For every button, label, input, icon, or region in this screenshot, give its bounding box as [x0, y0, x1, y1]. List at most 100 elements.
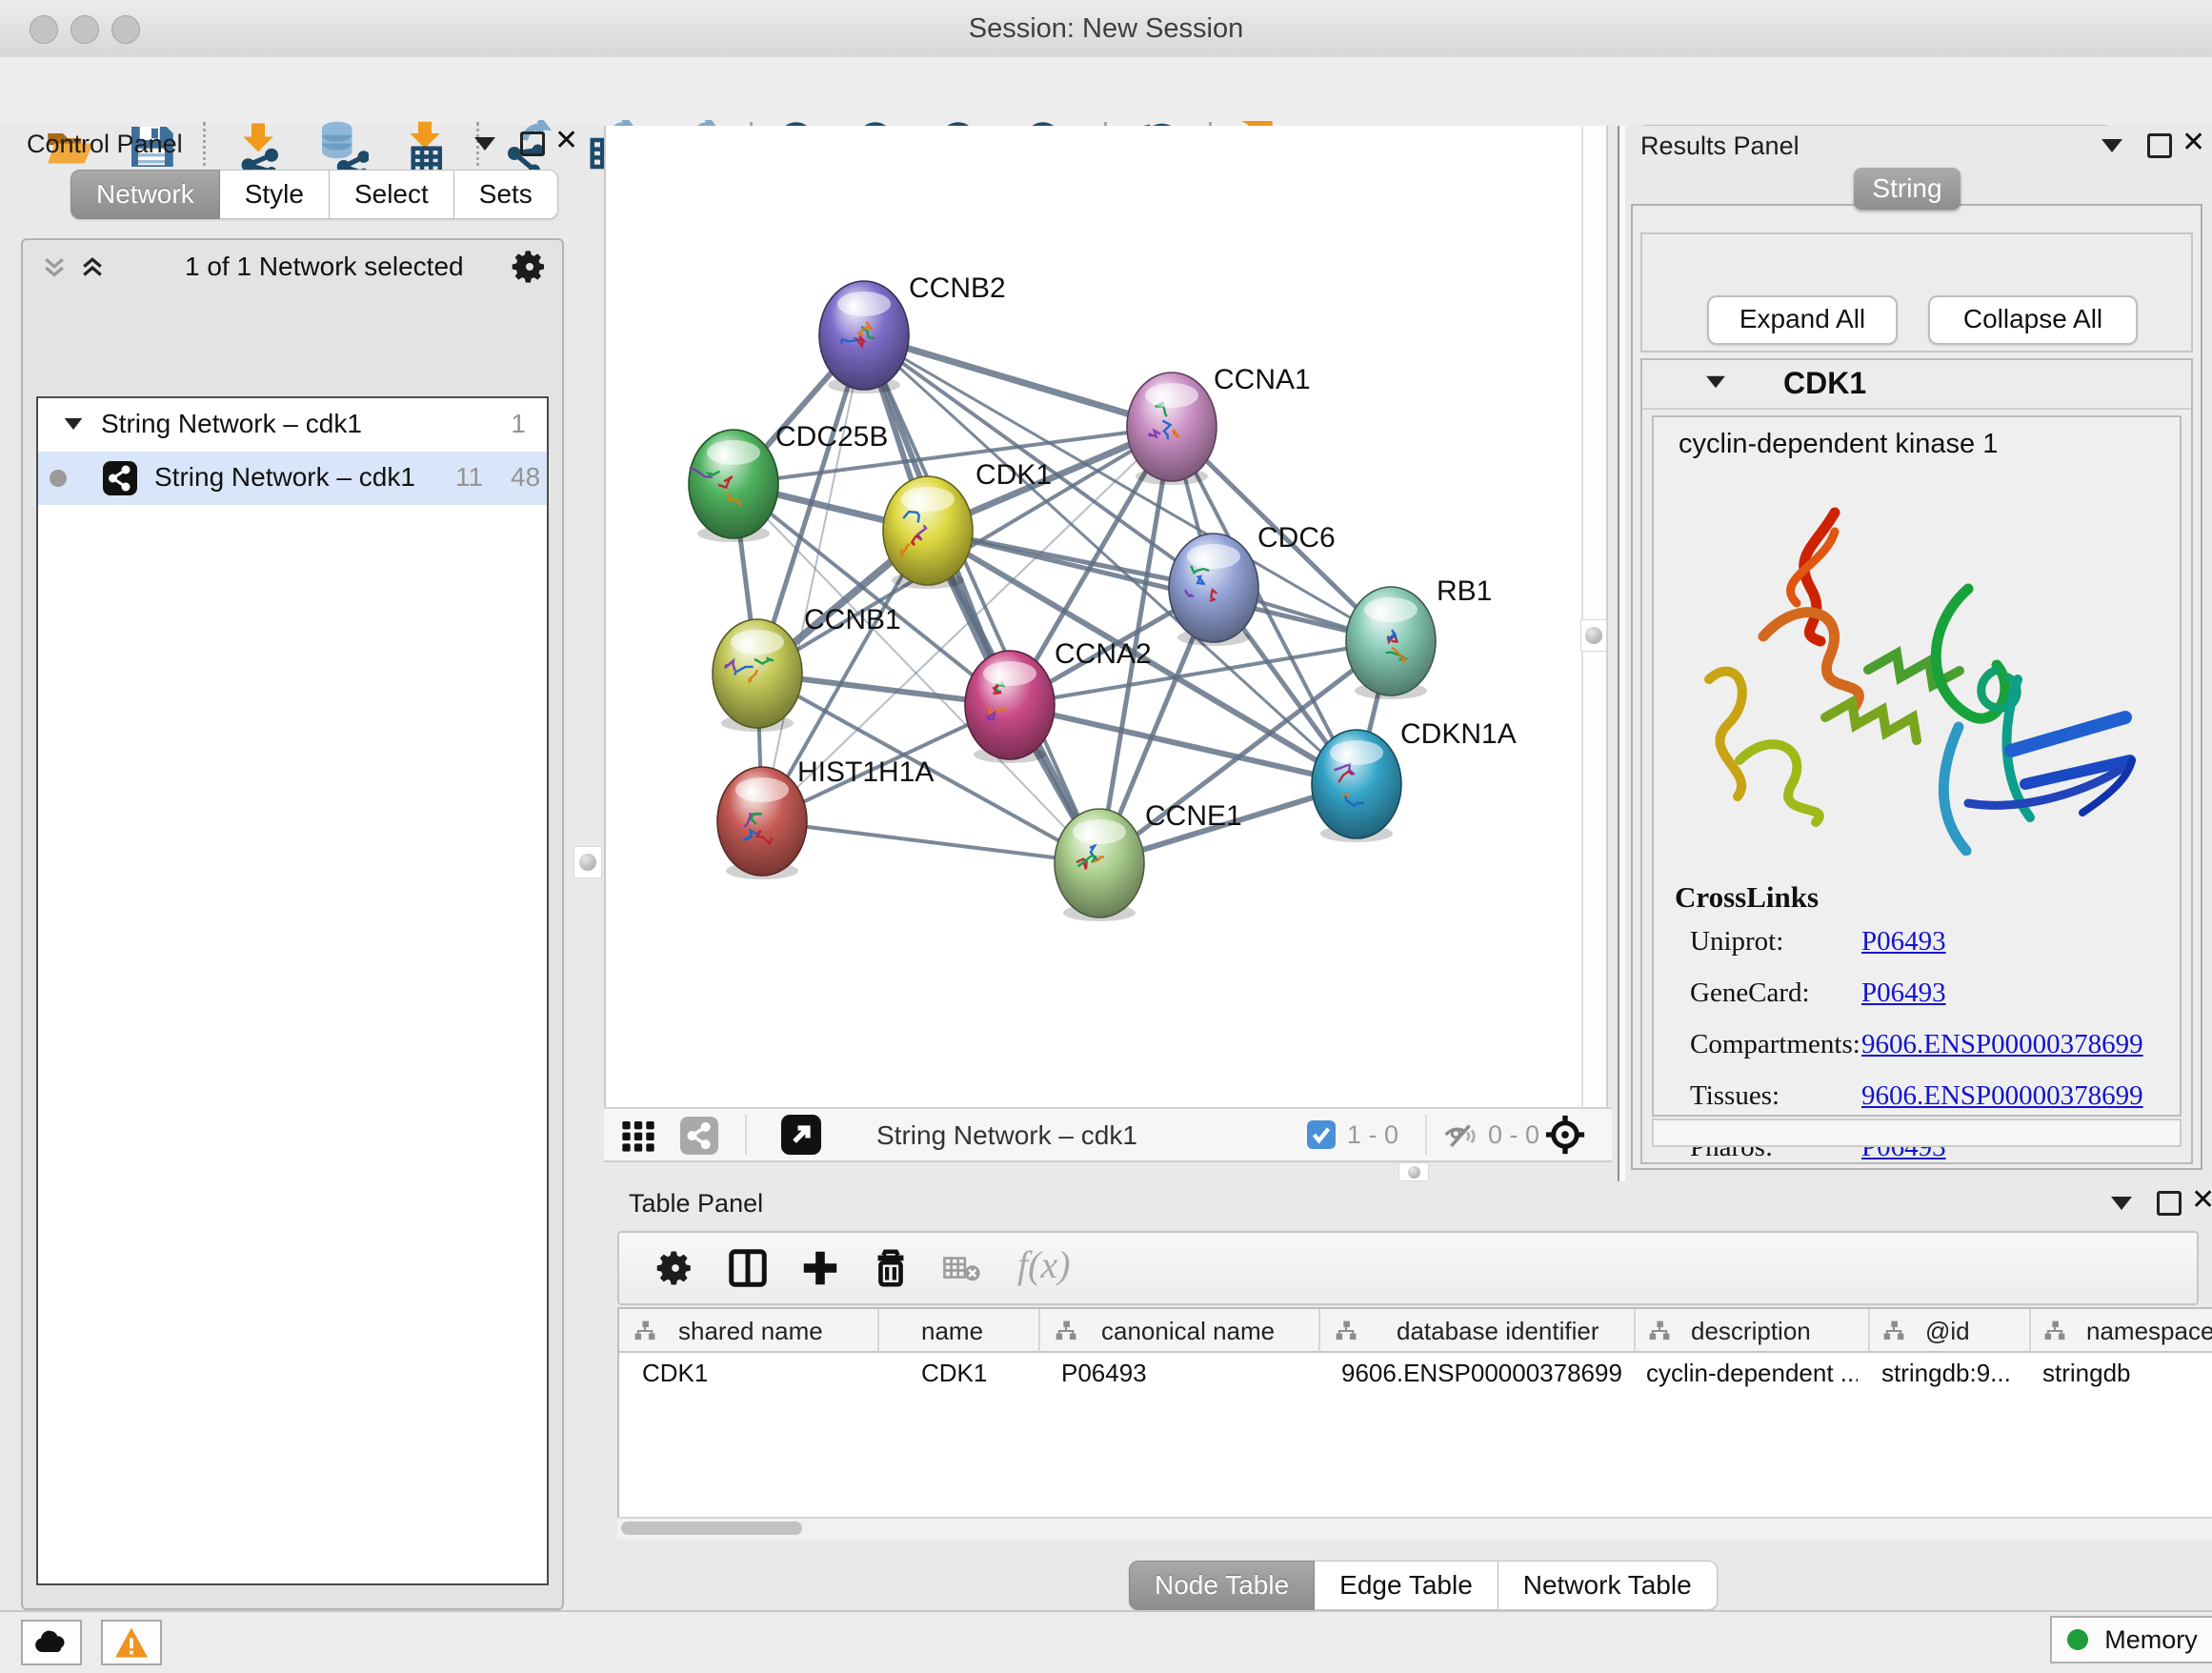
selected-checkbox-icon[interactable] [1307, 1120, 1336, 1149]
string-results-tab[interactable]: String [1854, 168, 1961, 210]
table-gear-icon[interactable] [655, 1248, 695, 1288]
birdseye-grid-icon[interactable] [619, 1117, 657, 1155]
node-label: CDK1 [975, 459, 1052, 491]
share-network-icon[interactable] [680, 1117, 718, 1155]
collapse-panel-icon[interactable] [2101, 139, 2122, 152]
collapse-panel-icon[interactable] [474, 137, 495, 151]
results-buttons-box: Expand All Collapse All [1640, 232, 2193, 353]
tab-sets[interactable]: Sets [454, 170, 558, 219]
column-header[interactable]: canonical name [1040, 1309, 1320, 1353]
column-header[interactable]: database identifier [1320, 1309, 1636, 1353]
table-cell[interactable]: 9606.ENSP00000378699 [1341, 1353, 1627, 1399]
tab-select[interactable]: Select [330, 170, 454, 219]
left-splitter-grip[interactable] [573, 846, 602, 878]
section-collapse-icon[interactable] [1706, 376, 1725, 389]
table-cell[interactable]: CDK1 [642, 1353, 871, 1399]
crosslink-link[interactable]: 9606.ENSP00000378699 [1861, 1080, 2143, 1112]
tree-expand-icon[interactable] [65, 418, 83, 430]
node-section-header[interactable]: CDK1 [1642, 360, 2191, 410]
memory-button[interactable]: Memory [2050, 1616, 2212, 1663]
float-panel-icon[interactable] [2147, 133, 2172, 158]
results-panel: Results Panel ✕ Expand All Collapse All … [1625, 126, 2212, 1181]
title-bar: Session: New Session [0, 0, 2212, 58]
collapse-panel-icon[interactable] [2111, 1197, 2132, 1210]
expand-all-icon[interactable] [78, 253, 107, 282]
tab-node-table[interactable]: Node Table [1129, 1561, 1315, 1610]
network-node-CCNA2[interactable]: CCNA2 [965, 638, 1152, 763]
network-node-CDKN1A[interactable]: CDKN1A [1312, 718, 1517, 842]
network-canvas[interactable]: CCNB2 CCNA1 CDC25B CDK1 CDC6 RB1 CCNB1 CCNA2 CDK… [604, 126, 1583, 1107]
column-header[interactable]: namespace [2031, 1309, 2212, 1353]
results-panel-title: Results Panel [1640, 131, 1800, 161]
close-panel-icon[interactable]: ✕ [2182, 133, 2205, 152]
column-header[interactable]: @id [1870, 1309, 2031, 1353]
table-panel: Table Panel ✕ f(x) shared name name cano… [604, 1181, 2212, 1610]
table-cell[interactable]: CDK1 [921, 1353, 1036, 1399]
table-cell[interactable]: stringdb [2042, 1353, 2204, 1399]
network-node-CCNB2[interactable]: CCNB2 [819, 272, 1006, 393]
close-panel-icon[interactable]: ✕ [2191, 1191, 2212, 1210]
results-scrollbar[interactable] [1652, 1119, 2182, 1147]
table-cell[interactable]: P06493 [1061, 1353, 1309, 1399]
tab-edge-table[interactable]: Edge Table [1315, 1561, 1498, 1610]
show-columns-icon[interactable] [726, 1246, 770, 1290]
column-header[interactable]: shared name [619, 1309, 879, 1353]
network-collection-row[interactable]: String Network – cdk1 1 [38, 398, 547, 452]
delete-column-trash-icon[interactable] [869, 1246, 913, 1290]
network-node-RB1[interactable]: RB1 [1346, 575, 1492, 699]
collapse-all-icon[interactable] [40, 253, 69, 282]
network-node-CCNA1[interactable]: CCNA1 [1127, 364, 1311, 485]
crosslink-label: Tissues: [1690, 1080, 1780, 1112]
table-horizontal-scrollbar[interactable] [617, 1517, 2212, 1540]
crosslink-label: Uniprot: [1690, 926, 1783, 957]
node-label: CCNB1 [804, 604, 901, 635]
crosslink-link[interactable]: P06493 [1861, 978, 1946, 1009]
hidden-count: 0 - 0 [1488, 1120, 1539, 1150]
warning-status-button[interactable] [101, 1620, 162, 1665]
network-edge[interactable] [864, 335, 1172, 427]
cloud-status-button[interactable] [21, 1620, 82, 1665]
fit-selection-crosshair-icon[interactable] [1543, 1113, 1587, 1157]
table-panel-title: Table Panel [629, 1189, 763, 1219]
memory-label: Memory [2104, 1625, 2198, 1654]
right-splitter-grip[interactable] [1580, 619, 1607, 652]
network-row-selected[interactable]: String Network – cdk1 11 48 [38, 452, 547, 505]
float-panel-icon[interactable] [520, 131, 545, 156]
network-node-HIST1H1A[interactable]: HIST1H1A [717, 756, 934, 879]
main-toolbar: ? [0, 57, 2212, 126]
network-node-CDC6[interactable]: CDC6 [1169, 522, 1336, 646]
expand-all-button[interactable]: Expand All [1707, 295, 1898, 345]
node-label: CCNA2 [1055, 638, 1152, 670]
column-header[interactable]: description [1636, 1309, 1870, 1353]
table-cell[interactable]: stringdb:9... [1881, 1353, 2019, 1399]
close-panel-icon[interactable]: ✕ [554, 131, 578, 151]
tab-style[interactable]: Style [220, 170, 330, 219]
crosslink-link[interactable]: P06493 [1861, 926, 1946, 957]
crosslinks-heading: CrossLinks [1675, 880, 1819, 915]
column-header[interactable]: name [879, 1309, 1040, 1353]
tab-network[interactable]: Network [70, 170, 220, 219]
network-node-CCNB1[interactable]: CCNB1 [713, 604, 901, 732]
network-node-CCNE1[interactable]: CCNE1 [1055, 800, 1242, 921]
node-label: CDC6 [1257, 522, 1336, 554]
collapse-all-button[interactable]: Collapse All [1928, 295, 2138, 345]
string-results-container: Expand All Collapse All CDK1 cyclin-depe… [1631, 204, 2202, 1170]
network-edge[interactable] [1010, 705, 1357, 784]
network-edge[interactable] [762, 821, 1099, 863]
network-collection-count: 1 [511, 409, 526, 439]
network-options-gear-icon[interactable] [511, 248, 549, 286]
network-list-box: 1 of 1 Network selected String Network –… [21, 238, 564, 1610]
add-column-plus-icon[interactable] [798, 1246, 842, 1290]
horizontal-splitter-grip[interactable] [1398, 1162, 1429, 1181]
table-cell[interactable]: cyclin-dependent ... [1646, 1353, 1858, 1399]
node-table[interactable]: shared name name canonical name database… [617, 1307, 2212, 1521]
window-title: Session: New Session [0, 13, 2212, 45]
cloud-icon [32, 1628, 70, 1657]
open-in-window-icon[interactable] [781, 1115, 821, 1155]
network-node-CDC25B[interactable]: CDC25B [689, 421, 888, 542]
float-panel-icon[interactable] [2157, 1191, 2182, 1216]
crosslink-link[interactable]: 9606.ENSP00000378699 [1861, 1029, 2143, 1060]
node-section-title: CDK1 [1783, 366, 1866, 401]
string-network-icon [103, 461, 137, 495]
tab-network-table[interactable]: Network Table [1498, 1561, 1718, 1610]
